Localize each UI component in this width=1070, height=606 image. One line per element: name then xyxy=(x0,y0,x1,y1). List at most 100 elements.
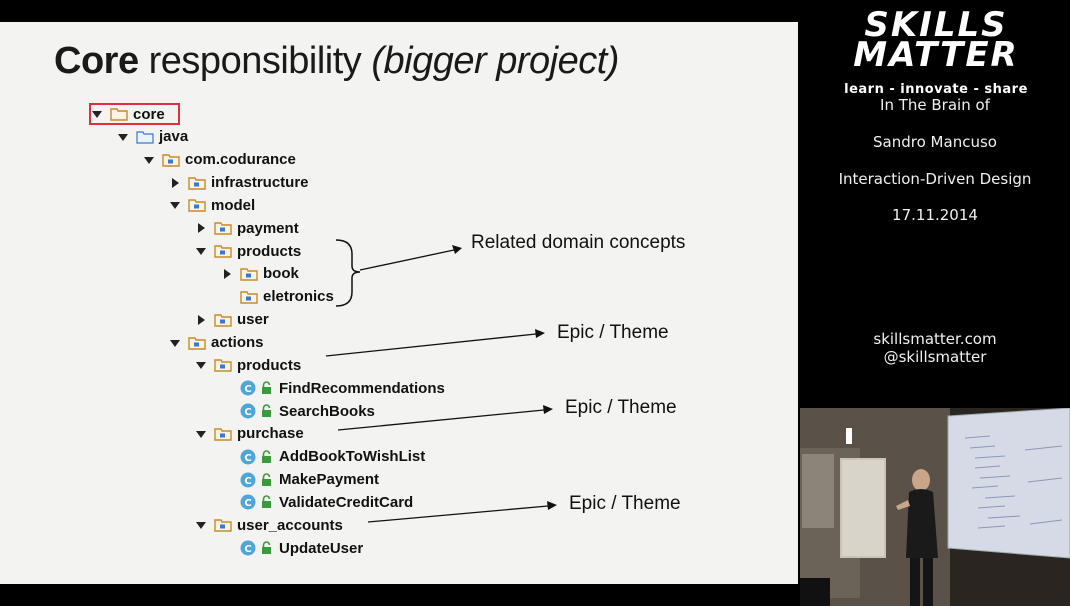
expand-open-icon[interactable] xyxy=(196,429,206,439)
tree-node-update-user[interactable]: C UpdateUser xyxy=(222,537,363,559)
expand-open-icon[interactable] xyxy=(144,155,154,165)
tree-node-label: SearchBooks xyxy=(279,402,375,420)
svg-text:C: C xyxy=(244,384,251,395)
tree-node-purchase[interactable]: purchase xyxy=(196,423,304,445)
package-folder-icon xyxy=(214,244,232,258)
package-folder-icon xyxy=(214,427,232,441)
slide-title-normal: responsibility xyxy=(148,40,362,82)
talk-title: Interaction-Driven Design xyxy=(838,170,1032,188)
tree-node-com-codurance[interactable]: com.codurance xyxy=(144,149,296,171)
expand-closed-icon[interactable] xyxy=(196,314,206,325)
tree-node-label: user xyxy=(237,311,269,329)
event-series: In The Brain of xyxy=(880,96,990,114)
tree-node-label: UpdateUser xyxy=(279,539,364,557)
tree-node-label: actions xyxy=(211,334,264,351)
arrowhead-epic-3 xyxy=(547,501,557,510)
expand-placeholder xyxy=(222,452,232,462)
tree-node-make-payment[interactable]: C MakePayment xyxy=(222,469,379,491)
twitter-handle[interactable]: @skillsmatter xyxy=(800,348,1070,366)
arrow-epic-1 xyxy=(325,333,537,357)
tree-node-actions[interactable]: actions xyxy=(170,332,264,354)
tree-node-java[interactable]: java xyxy=(118,126,188,148)
java-class-icon: C xyxy=(240,540,274,556)
tree-node-search-books[interactable]: C SearchBooks xyxy=(222,400,375,422)
website-link[interactable]: skillsmatter.com xyxy=(800,330,1070,348)
tree-node-infrastructure[interactable]: infrastructure xyxy=(170,172,309,194)
arrowhead-epic-1 xyxy=(535,329,545,338)
brace-icon xyxy=(335,239,361,307)
tree-node-label: model xyxy=(211,196,256,214)
tree-node-model-products[interactable]: products xyxy=(196,240,301,262)
tree-node-label: products xyxy=(237,242,302,260)
slide-title-bold: Core xyxy=(54,40,139,82)
svg-text:C: C xyxy=(244,544,251,555)
tree-node-eletronics[interactable]: eletronics xyxy=(222,286,334,308)
package-folder-icon xyxy=(214,358,232,373)
svg-text:C: C xyxy=(244,407,251,418)
expand-closed-icon[interactable] xyxy=(222,268,232,279)
tree-node-label: ValidateCreditCard xyxy=(279,493,414,511)
annotation-related-concepts: Related domain concepts xyxy=(471,232,686,253)
tree-node-find-recommendations[interactable]: C FindRecommendations xyxy=(222,377,445,399)
java-class-icon: C xyxy=(240,494,274,510)
tree-node-label: book xyxy=(263,265,299,283)
package-folder-icon xyxy=(240,290,258,304)
annotation-epic-3: Epic / Theme xyxy=(569,493,681,514)
package-folder-icon xyxy=(188,176,206,190)
expand-placeholder xyxy=(222,292,232,302)
expand-open-icon[interactable] xyxy=(196,360,206,370)
arrowhead-epic-2 xyxy=(543,405,553,414)
tree-node-model[interactable]: model xyxy=(170,194,255,216)
expand-open-icon[interactable] xyxy=(170,200,180,210)
svg-text:C: C xyxy=(244,453,251,464)
tree-node-label: com.codurance xyxy=(185,151,296,169)
expand-open-icon[interactable] xyxy=(118,132,128,142)
logo-tagline: learn - innovate - share xyxy=(844,82,1028,97)
java-class-icon: C xyxy=(240,472,274,488)
tree-node-label: eletronics xyxy=(263,288,334,306)
tree-node-label: infrastructure xyxy=(211,174,309,192)
arrow-related xyxy=(359,249,455,271)
package-folder-icon xyxy=(240,267,258,281)
speaker-name: Sandro Mancuso xyxy=(873,133,997,151)
tree-node-label: user_accounts xyxy=(237,516,343,534)
arrowhead-related xyxy=(452,245,462,254)
presenter-video xyxy=(800,408,1070,606)
tree-node-validate-credit-card[interactable]: C ValidateCreditCard xyxy=(222,491,413,513)
expand-placeholder xyxy=(222,497,232,507)
logo-line-2: MATTER xyxy=(853,35,1019,75)
expand-closed-icon[interactable] xyxy=(170,177,180,188)
svg-text:C: C xyxy=(244,476,251,487)
package-folder-icon xyxy=(188,198,206,213)
tree-node-user-accounts[interactable]: user_accounts xyxy=(196,514,343,536)
expand-closed-icon[interactable] xyxy=(196,223,206,234)
talk-date: 17.11.2014 xyxy=(892,206,978,224)
slide-title: Core responsibility (bigger project) xyxy=(54,40,619,83)
package-folder-icon xyxy=(188,336,206,350)
slide-title-italic: (bigger project) xyxy=(371,40,619,82)
tree-node-add-book-to-wishlist[interactable]: C AddBookToWishList xyxy=(222,446,425,468)
java-class-icon: C xyxy=(240,380,274,396)
tree-node-actions-products[interactable]: products xyxy=(196,354,301,376)
tree-node-payment[interactable]: payment xyxy=(196,217,299,239)
tree-node-label: java xyxy=(159,128,189,146)
tree-node-user[interactable]: user xyxy=(196,309,269,331)
expand-placeholder xyxy=(222,383,232,393)
tree-node-label: FindRecommendations xyxy=(279,379,445,397)
annotation-epic-2: Epic / Theme xyxy=(565,397,677,418)
expand-open-icon[interactable] xyxy=(196,520,206,530)
expand-placeholder xyxy=(222,406,232,416)
java-class-icon: C xyxy=(240,449,274,465)
tree-node-label: AddBookToWishList xyxy=(279,448,426,466)
tree-node-label: products xyxy=(237,356,302,374)
java-class-icon: C xyxy=(240,403,274,419)
svg-text:C: C xyxy=(244,498,251,509)
expand-placeholder xyxy=(222,475,232,485)
tree-node-book[interactable]: book xyxy=(222,263,299,285)
presenter-video-icon xyxy=(800,408,1070,606)
expand-open-icon[interactable] xyxy=(170,338,180,348)
tree-node-label: purchase xyxy=(237,425,304,443)
source-folder-icon xyxy=(136,130,154,144)
expand-open-icon[interactable] xyxy=(196,246,206,256)
package-folder-icon xyxy=(214,221,232,235)
